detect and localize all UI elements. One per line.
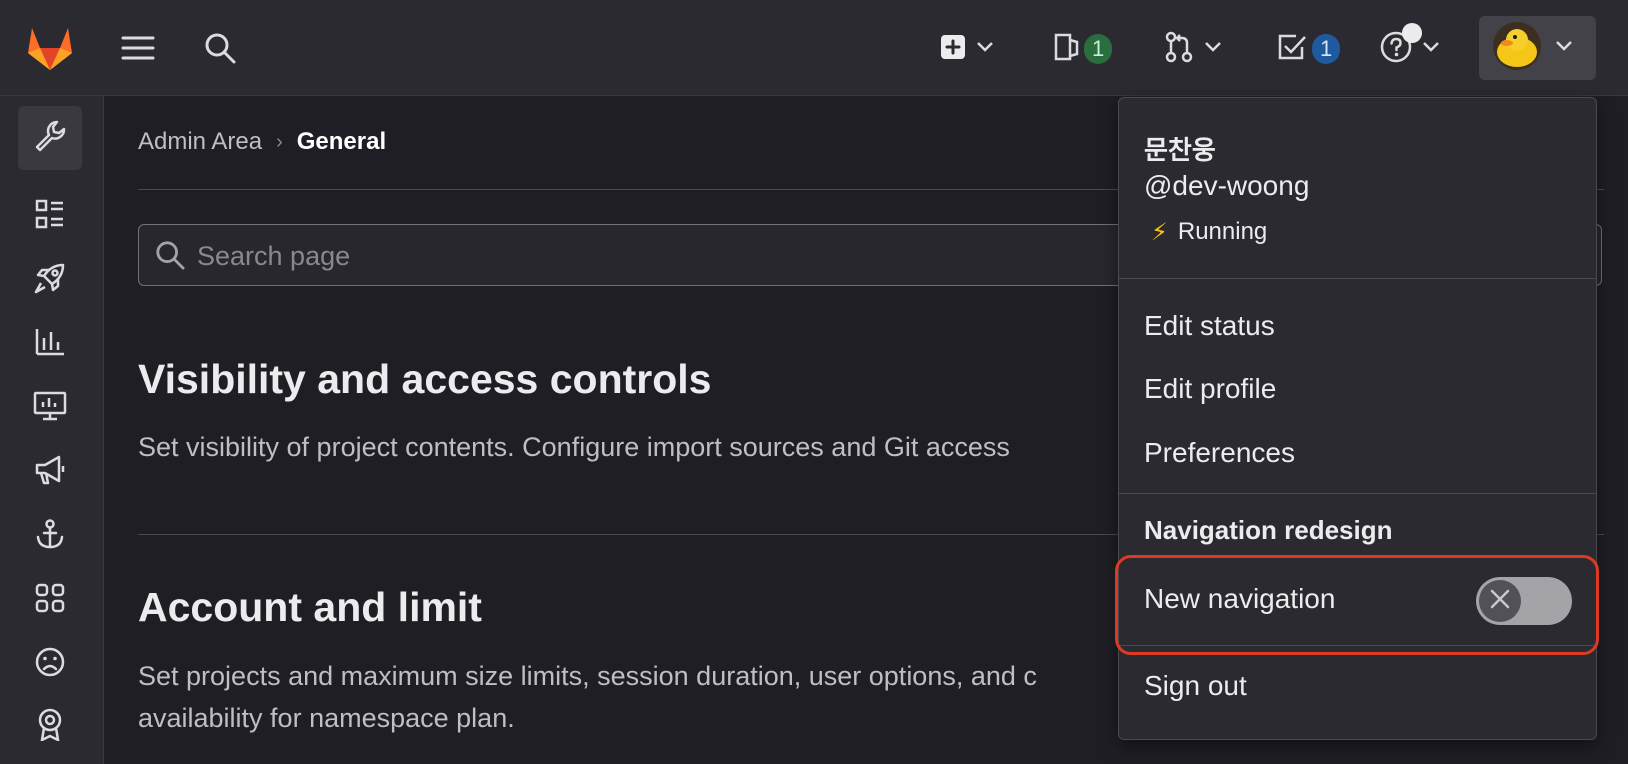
plus-square-icon bbox=[940, 34, 966, 65]
breadcrumb-separator: › bbox=[276, 130, 283, 153]
chevron-down-icon bbox=[1204, 40, 1222, 58]
todos-button[interactable]: 1 bbox=[1276, 28, 1341, 70]
question-circle-icon bbox=[1380, 22, 1422, 68]
sidebar-item-abuse-reports[interactable] bbox=[18, 632, 82, 696]
highlight-annotation-box bbox=[1115, 555, 1599, 655]
edit-status-item[interactable]: Edit status bbox=[1144, 310, 1275, 342]
monitor-icon bbox=[33, 390, 67, 427]
chevron-down-icon bbox=[1555, 39, 1573, 57]
breadcrumb: Admin Area › General bbox=[138, 128, 386, 156]
wrench-icon bbox=[33, 119, 67, 158]
issues-count-badge: 1 bbox=[1084, 34, 1113, 64]
sidebar-item-system-hooks[interactable] bbox=[18, 504, 82, 568]
megaphone-icon bbox=[33, 454, 67, 491]
chevron-down-icon bbox=[1422, 40, 1440, 58]
rocket-icon bbox=[33, 261, 67, 300]
help-button[interactable] bbox=[1380, 22, 1440, 70]
overview-list-icon bbox=[35, 199, 65, 234]
breadcrumb-admin-area-link[interactable]: Admin Area bbox=[138, 128, 262, 156]
badge-icon bbox=[35, 707, 65, 746]
sidebar-item-messages[interactable] bbox=[18, 440, 82, 504]
create-new-button[interactable] bbox=[940, 28, 994, 70]
user-menu-button[interactable] bbox=[1479, 16, 1596, 80]
issues-button[interactable]: 1 bbox=[1052, 28, 1113, 70]
dropdown-divider bbox=[1119, 278, 1596, 279]
abuse-face-icon bbox=[34, 646, 66, 683]
user-display-name: 문찬웅 bbox=[1144, 136, 1216, 166]
chevron-down-icon bbox=[976, 40, 994, 58]
breadcrumb-current-page: General bbox=[296, 128, 387, 155]
user-username: @dev-woong bbox=[1144, 170, 1310, 201]
status-text: Running bbox=[1177, 218, 1268, 245]
todo-checkbox-icon bbox=[1276, 31, 1308, 68]
notification-dot bbox=[1402, 22, 1422, 43]
search-icon[interactable] bbox=[200, 28, 240, 68]
search-icon bbox=[155, 240, 185, 275]
merge-requests-button[interactable] bbox=[1164, 28, 1222, 70]
analytics-icon bbox=[34, 326, 66, 363]
sidebar-item-subscription[interactable] bbox=[18, 696, 82, 756]
user-status: ⚡ Running bbox=[1151, 218, 1267, 246]
sidebar-item-analytics[interactable] bbox=[18, 312, 82, 376]
duck-avatar-icon bbox=[1493, 21, 1541, 75]
issues-icon bbox=[1052, 32, 1080, 67]
sign-out-item[interactable]: Sign out bbox=[1144, 670, 1247, 702]
navigation-redesign-heading: Navigation redesign bbox=[1144, 515, 1393, 545]
anchor-icon bbox=[34, 518, 66, 555]
preferences-item[interactable]: Preferences bbox=[1144, 437, 1295, 469]
todos-count-badge: 1 bbox=[1312, 34, 1341, 64]
sidebar-item-monitoring[interactable] bbox=[18, 376, 82, 440]
sidebar-item-overview[interactable] bbox=[18, 184, 82, 248]
apps-grid-icon bbox=[35, 583, 65, 618]
section-title-account-limit: Account and limit bbox=[138, 584, 482, 630]
hamburger-menu-icon[interactable] bbox=[118, 30, 158, 66]
lightning-emoji: ⚡ bbox=[1151, 218, 1168, 246]
merge-request-icon bbox=[1164, 31, 1194, 68]
edit-profile-item[interactable]: Edit profile bbox=[1144, 373, 1276, 405]
sidebar-item-applications[interactable] bbox=[18, 568, 82, 632]
dropdown-divider bbox=[1119, 493, 1596, 494]
admin-sidebar bbox=[0, 96, 104, 764]
top-bar: 1 1 bbox=[0, 0, 1628, 96]
section-title-visibility: Visibility and access controls bbox=[138, 356, 712, 402]
sidebar-item-ci-cd[interactable] bbox=[18, 248, 82, 312]
sidebar-item-admin-settings[interactable] bbox=[18, 106, 82, 170]
gitlab-logo-icon[interactable] bbox=[24, 22, 76, 72]
